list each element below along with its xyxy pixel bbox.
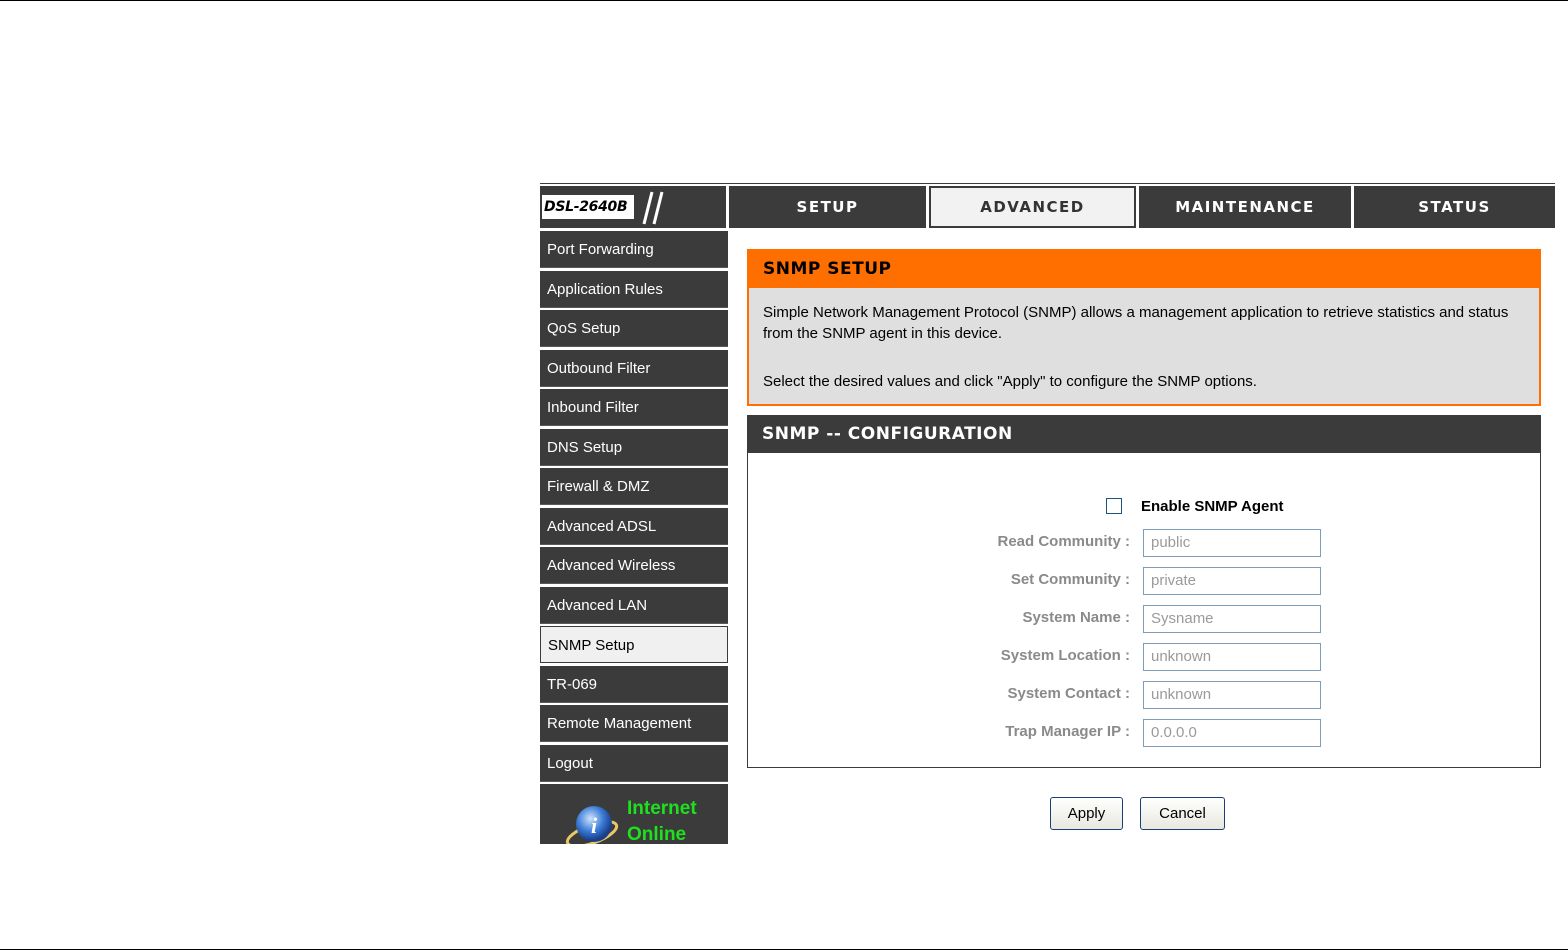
system-name-input[interactable]: Sysname [1143,605,1321,633]
snmp-setup-panel: SNMP SETUP Simple Network Management Pro… [747,249,1541,406]
brand-slash-icon [642,191,664,225]
tab-advanced[interactable]: ADVANCED [929,186,1136,228]
page-top-rule [0,0,1568,1]
tab-setup[interactable]: SETUP [729,186,926,228]
enable-snmp-label: Enable SNMP Agent [1141,497,1284,515]
sidebar-item-remote-management[interactable]: Remote Management [540,705,728,742]
sidebar-nav: Port Forwarding Application Rules QoS Se… [540,231,728,784]
sidebar-item-tr-069[interactable]: TR-069 [540,665,728,703]
intro-paragraph-1: Simple Network Management Protocol (SNMP… [763,304,1509,342]
model-name: DSL-2640B [542,195,634,219]
tab-maintenance[interactable]: MAINTENANCE [1139,186,1351,228]
snmp-configuration-title: SNMP -- CONFIGURATION [748,416,1540,453]
snmp-configuration-panel: SNMP -- CONFIGURATION Enable SNMP Agent … [747,415,1541,768]
system-contact-input[interactable]: unknown [1143,681,1321,709]
system-location-label: System Location : [1000,647,1130,664]
system-location-input[interactable]: unknown [1143,643,1321,671]
system-contact-row: System Contact : unknown [898,681,1338,709]
sidebar-item-advanced-wireless[interactable]: Advanced Wireless [540,547,728,584]
trap-manager-ip-label: Trap Manager IP : [1005,723,1130,740]
enable-snmp-row: Enable SNMP Agent [1106,496,1284,516]
internet-status-text: Internet Online [627,796,697,844]
intro-paragraph-2: Select the desired values and click "App… [763,373,1257,390]
set-community-label: Set Community : [1010,571,1130,588]
tab-status[interactable]: STATUS [1354,186,1555,228]
snmp-setup-title: SNMP SETUP [749,251,1539,288]
trap-manager-ip-row: Trap Manager IP : 0.0.0.0 [898,719,1338,747]
set-community-row: Set Community : private [898,567,1338,595]
brand-logo: DSL-2640B [540,186,726,228]
status-line-internet: Internet [627,798,697,819]
system-location-row: System Location : unknown [898,643,1338,671]
status-line-online: Online [627,824,687,844]
system-contact-label: System Contact : [1007,685,1130,702]
sidebar-item-snmp-setup[interactable]: SNMP Setup [540,626,728,663]
svg-text:i: i [591,813,598,838]
sidebar-item-dns-setup[interactable]: DNS Setup [540,428,728,466]
enable-snmp-checkbox[interactable] [1106,498,1122,514]
sidebar-item-logout[interactable]: Logout [540,744,728,782]
read-community-input[interactable]: public [1143,529,1321,557]
sidebar-item-advanced-adsl[interactable]: Advanced ADSL [540,507,728,545]
sidebar-item-inbound-filter[interactable]: Inbound Filter [540,389,728,426]
snmp-setup-description: Simple Network Management Protocol (SNMP… [749,288,1539,392]
sidebar-item-port-forwarding[interactable]: Port Forwarding [540,231,728,268]
apply-button[interactable]: Apply [1050,797,1123,830]
set-community-input[interactable]: private [1143,567,1321,595]
trap-manager-ip-input[interactable]: 0.0.0.0 [1143,719,1321,747]
cancel-button[interactable]: Cancel [1140,797,1225,830]
sidebar-item-application-rules[interactable]: Application Rules [540,270,728,308]
read-community-label: Read Community : [997,533,1130,550]
system-name-row: System Name : Sysname [898,605,1338,633]
sidebar-item-qos-setup[interactable]: QoS Setup [540,310,728,347]
sidebar-item-advanced-lan[interactable]: Advanced LAN [540,586,728,624]
header-top-line [540,183,1555,184]
sidebar-item-firewall-dmz[interactable]: Firewall & DMZ [540,468,728,505]
sidebar-item-outbound-filter[interactable]: Outbound Filter [540,349,728,387]
internet-status: i Internet Online [540,784,728,844]
info-globe-icon: i [565,806,619,844]
system-name-label: System Name : [1022,609,1130,626]
page-bottom-rule [0,949,1568,950]
read-community-row: Read Community : public [898,529,1338,557]
